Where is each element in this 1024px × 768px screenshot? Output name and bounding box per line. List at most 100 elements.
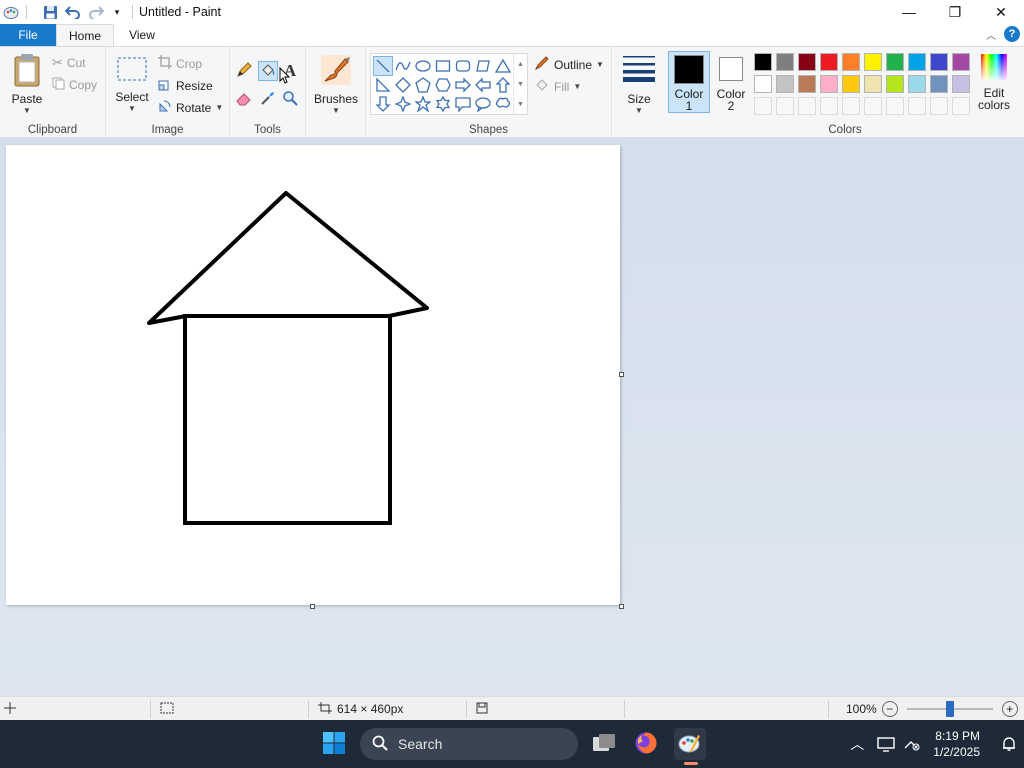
fill-tool[interactable] xyxy=(258,61,278,81)
close-button[interactable]: ✕ xyxy=(978,0,1024,24)
clock[interactable]: 8:19 PM 1/2/2025 xyxy=(933,728,980,760)
redo-icon[interactable] xyxy=(87,3,105,21)
palette-color-swatch[interactable] xyxy=(842,75,860,93)
palette-custom-slot[interactable] xyxy=(908,97,926,115)
show-hidden-icons-chevron-icon[interactable]: ︿ xyxy=(841,734,873,754)
palette-color-swatch[interactable] xyxy=(754,53,772,71)
cut-button[interactable]: ✂ Cut xyxy=(52,55,86,71)
shape-triangle[interactable] xyxy=(493,56,513,76)
tab-home[interactable]: Home xyxy=(56,24,114,46)
firefox-taskbar-button[interactable] xyxy=(630,728,662,760)
shape-rect-callout[interactable] xyxy=(453,94,473,114)
palette-color-swatch[interactable] xyxy=(776,53,794,71)
outline-button[interactable]: Outline ▼ xyxy=(534,55,604,74)
shape-up-arrow[interactable] xyxy=(493,75,513,95)
start-button[interactable] xyxy=(318,728,350,760)
scroll-up-icon[interactable]: ▲ xyxy=(517,54,524,74)
edit-colors-button[interactable]: Edit colors xyxy=(974,53,1014,111)
fill-dropdown-icon[interactable]: ▼ xyxy=(573,82,581,91)
color1-button[interactable]: Color 1 xyxy=(668,51,710,113)
palette-color-swatch[interactable] xyxy=(886,53,904,71)
shape-right-arrow[interactable] xyxy=(453,75,473,95)
zoom-in-icon[interactable]: + xyxy=(1001,701,1018,717)
pencil-tool[interactable] xyxy=(234,61,254,81)
canvas-resize-handle-bottom[interactable] xyxy=(310,604,315,609)
restore-button[interactable]: ❐ xyxy=(932,0,978,24)
minimize-button[interactable]: — xyxy=(886,0,932,24)
resize-button[interactable]: Resize xyxy=(158,77,213,94)
scroll-down-icon[interactable]: ▼ xyxy=(517,74,524,94)
shape-five-point-star[interactable] xyxy=(413,94,433,114)
palette-custom-slot[interactable] xyxy=(864,97,882,115)
shape-hexagon[interactable] xyxy=(433,75,453,95)
palette-custom-slot[interactable] xyxy=(754,97,772,115)
shape-curve[interactable] xyxy=(393,56,413,76)
zoom-slider[interactable] xyxy=(906,701,993,717)
color-picker-tool[interactable] xyxy=(258,89,278,109)
brushes-dropdown-icon[interactable]: ▼ xyxy=(332,106,340,115)
select-dropdown-icon[interactable]: ▼ xyxy=(128,104,136,113)
palette-color-swatch[interactable] xyxy=(754,75,772,93)
palette-custom-slot[interactable] xyxy=(930,97,948,115)
palette-color-swatch[interactable] xyxy=(952,53,970,71)
palette-color-swatch[interactable] xyxy=(798,53,816,71)
shape-six-point-star[interactable] xyxy=(433,94,453,114)
notification-bell-icon[interactable] xyxy=(994,736,1024,752)
palette-color-swatch[interactable] xyxy=(842,53,860,71)
rotate-button[interactable]: Rotate ▼ xyxy=(158,99,223,116)
taskbar-search[interactable]: Search xyxy=(360,728,578,760)
palette-color-swatch[interactable] xyxy=(930,53,948,71)
canvas-resize-handle-corner[interactable] xyxy=(619,604,624,609)
shape-oval[interactable] xyxy=(413,56,433,76)
shape-four-point-star[interactable] xyxy=(393,94,413,114)
zoom-out-icon[interactable]: − xyxy=(881,701,898,717)
network-disconnected-icon[interactable] xyxy=(899,736,925,752)
drawing-canvas[interactable] xyxy=(6,145,620,605)
outline-dropdown-icon[interactable]: ▼ xyxy=(596,60,604,69)
palette-custom-slot[interactable] xyxy=(886,97,904,115)
palette-color-swatch[interactable] xyxy=(798,75,816,93)
palette-color-swatch[interactable] xyxy=(908,53,926,71)
fill-button[interactable]: Fill ▼ xyxy=(534,77,581,96)
palette-custom-slot[interactable] xyxy=(952,97,970,115)
palette-color-swatch[interactable] xyxy=(886,75,904,93)
gallery-expand-icon[interactable]: ▼ xyxy=(517,94,524,114)
palette-color-swatch[interactable] xyxy=(930,75,948,93)
save-icon[interactable] xyxy=(41,3,59,21)
shape-right-triangle[interactable] xyxy=(373,75,393,95)
tab-file[interactable]: File xyxy=(0,24,56,46)
palette-custom-slot[interactable] xyxy=(776,97,794,115)
shape-cloud-callout[interactable] xyxy=(493,94,513,114)
display-icon[interactable] xyxy=(873,736,899,752)
zoom-slider-thumb[interactable] xyxy=(945,701,954,717)
eraser-tool[interactable] xyxy=(234,89,254,109)
palette-color-swatch[interactable] xyxy=(908,75,926,93)
paint-taskbar-button[interactable] xyxy=(674,728,706,765)
palette-color-swatch[interactable] xyxy=(864,75,882,93)
crop-button[interactable]: Crop xyxy=(158,55,202,72)
palette-custom-slot[interactable] xyxy=(842,97,860,115)
shape-diamond[interactable] xyxy=(393,75,413,95)
shape-pentagon[interactable] xyxy=(413,75,433,95)
size-dropdown-icon[interactable]: ▼ xyxy=(635,106,643,115)
task-view-button[interactable] xyxy=(588,728,620,760)
select-button[interactable]: Select ▼ xyxy=(114,55,150,113)
shape-polygon[interactable] xyxy=(473,56,493,76)
shape-rectangle[interactable] xyxy=(433,56,453,76)
copy-button[interactable]: Copy xyxy=(52,77,97,93)
minimize-ribbon-icon[interactable]: ︿ xyxy=(986,27,996,42)
palette-color-swatch[interactable] xyxy=(820,75,838,93)
shape-rounded-rectangle[interactable] xyxy=(453,56,473,76)
tab-view[interactable]: View xyxy=(114,24,170,46)
rotate-dropdown-icon[interactable]: ▼ xyxy=(215,103,223,112)
shape-line[interactable] xyxy=(373,56,393,76)
undo-icon[interactable] xyxy=(64,3,82,21)
shape-left-arrow[interactable] xyxy=(473,75,493,95)
brushes-button[interactable]: Brushes ▼ xyxy=(314,53,358,115)
customize-quick-access-icon[interactable]: ▾ xyxy=(108,3,126,21)
magnifier-tool[interactable] xyxy=(280,89,300,109)
paste-button[interactable]: Paste ▼ xyxy=(8,53,46,115)
shape-down-arrow[interactable] xyxy=(373,94,393,114)
palette-color-swatch[interactable] xyxy=(952,75,970,93)
paste-dropdown-icon[interactable]: ▼ xyxy=(23,106,31,115)
